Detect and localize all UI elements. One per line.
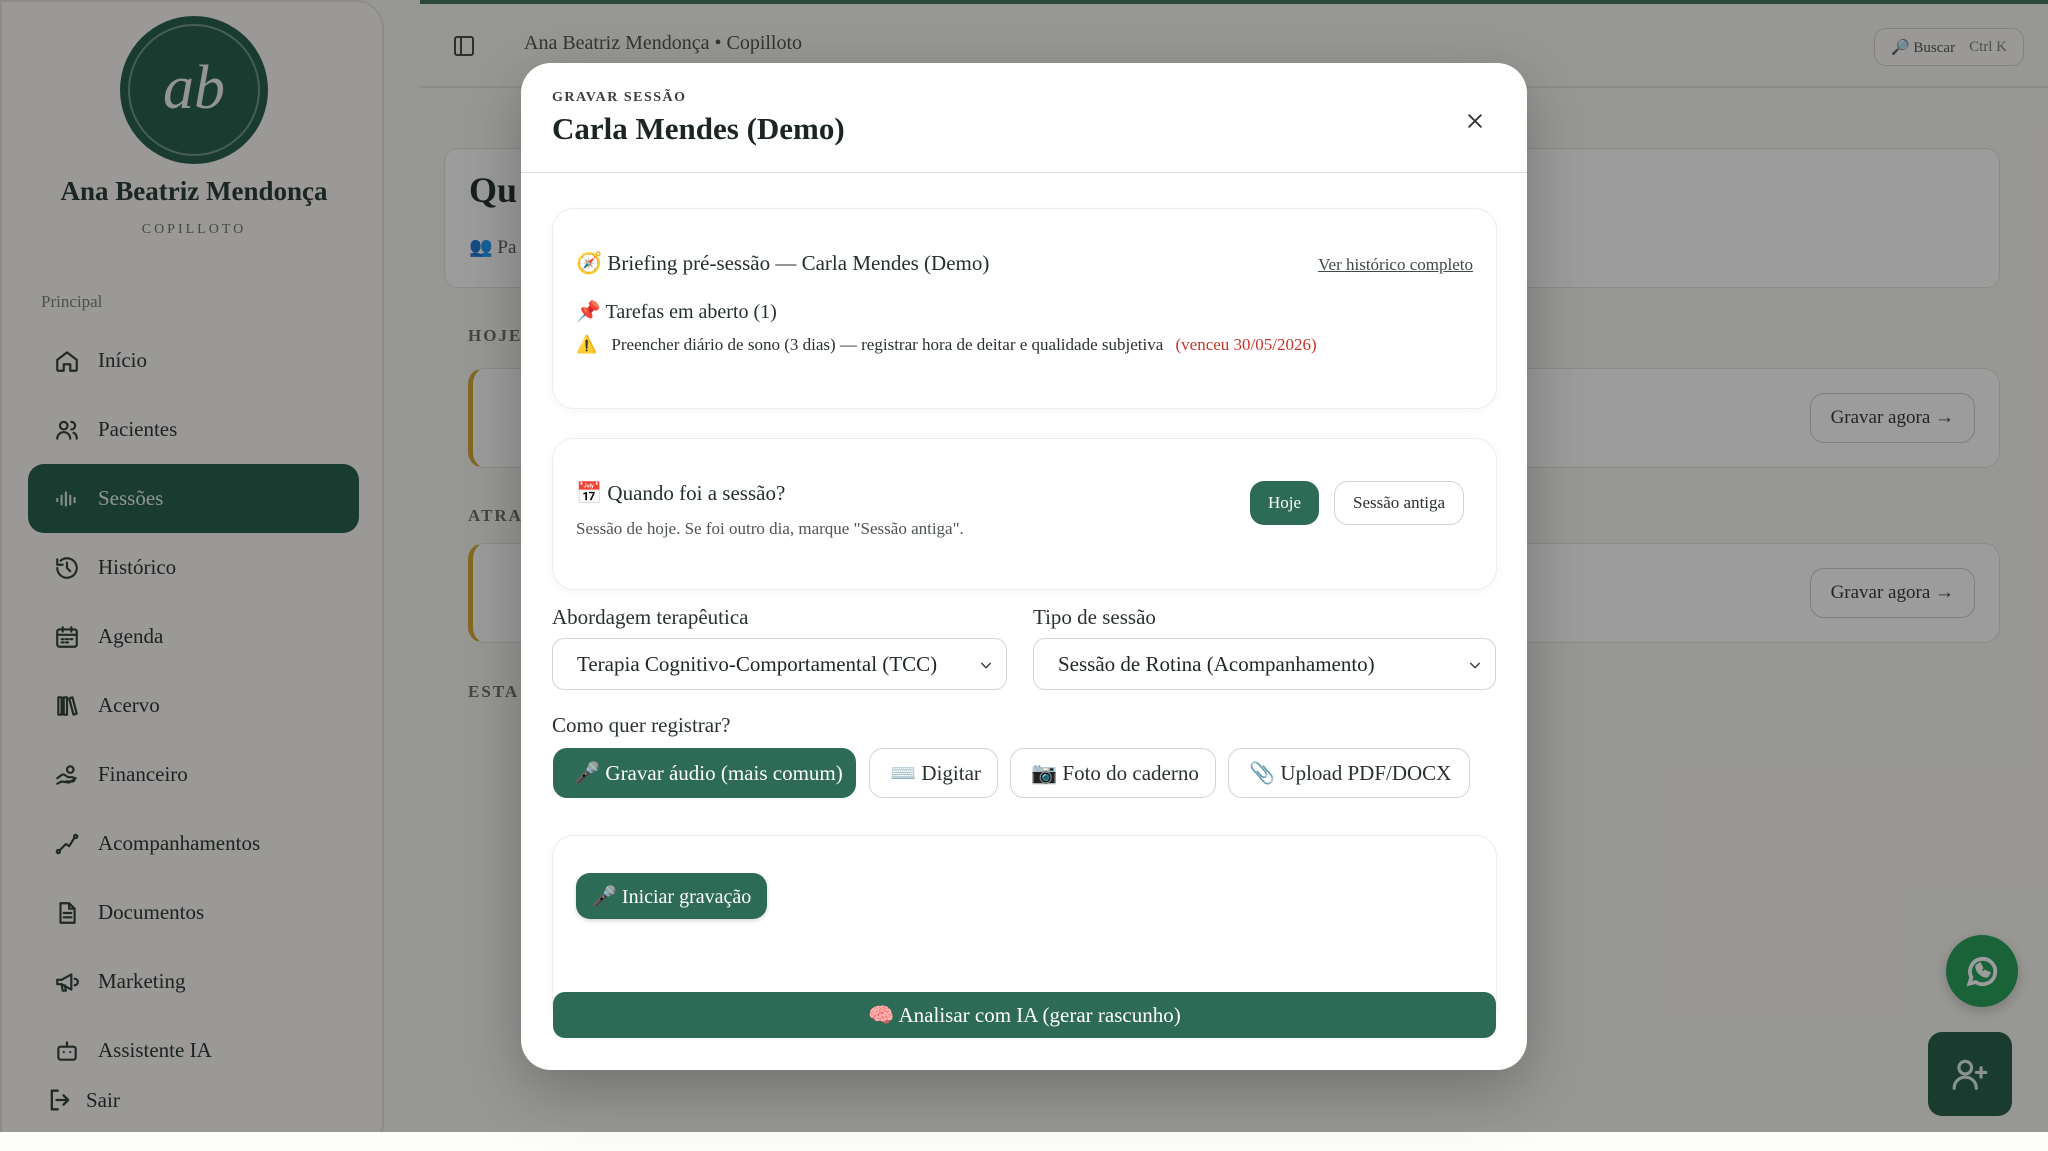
session-date-title: 📅 Quando foi a sessão? — [576, 481, 786, 505]
chevron-down-icon — [1469, 662, 1481, 669]
session-date-panel: 📅 Quando foi a sessão? Sessão de hoje. S… — [552, 438, 1497, 590]
briefing-title: 🧭 Briefing pré-sessão — Carla Mendes (De… — [576, 251, 990, 275]
modal-header: GRAVAR SESSÃO Carla Mendes (Demo) — [521, 63, 1527, 173]
task-due: (venceu 30/05/2026) — [1175, 335, 1317, 354]
approach-select[interactable]: Terapia Cognitivo-Comportamental (TCC) — [552, 638, 1007, 690]
record-session-modal: GRAVAR SESSÃO Carla Mendes (Demo) 🧭 Brie… — [521, 63, 1527, 1070]
session-type-value: Sessão de Rotina (Acompanhamento) — [1058, 651, 1375, 676]
analyze-ai-button[interactable]: 🧠 Analisar com IA (gerar rascunho) — [553, 992, 1496, 1038]
session-type-select[interactable]: Sessão de Rotina (Acompanhamento) — [1033, 638, 1496, 690]
session-type-label: Tipo de sessão — [1033, 605, 1156, 629]
task-item: ⚠️ Preencher diário de sono (3 dias) — r… — [576, 335, 1317, 355]
approach-value: Terapia Cognitivo-Comportamental (TCC) — [577, 651, 938, 676]
modal-eyebrow: GRAVAR SESSÃO — [552, 90, 687, 105]
modal-title: Carla Mendes (Demo) — [552, 111, 845, 146]
mode-upload-button[interactable]: 📎 Upload PDF/DOCX — [1228, 748, 1470, 798]
bottom-strip — [0, 1132, 2048, 1151]
close-button[interactable] — [1457, 103, 1493, 139]
start-recording-button[interactable]: 🎤 Iniciar gravação — [576, 873, 768, 919]
briefing-panel: 🧭 Briefing pré-sessão — Carla Mendes (De… — [552, 208, 1497, 409]
mode-type-button[interactable]: ⌨️ Digitar — [869, 748, 998, 798]
open-tasks-title: 📌 Tarefas em aberto (1) — [576, 301, 777, 323]
chevron-down-icon — [980, 662, 992, 669]
register-mode-label: Como quer registrar? — [552, 713, 731, 737]
mode-audio-button[interactable]: 🎤 Gravar áudio (mais comum) — [553, 748, 856, 798]
close-icon — [1468, 114, 1482, 128]
approach-label: Abordagem terapêutica — [552, 605, 749, 629]
warning-icon: ⚠️ — [576, 335, 598, 354]
history-link[interactable]: Ver histórico completo — [1318, 255, 1473, 275]
today-button[interactable]: Hoje — [1250, 481, 1320, 525]
session-date-hint: Sessão de hoje. Se foi outro dia, marque… — [576, 519, 964, 538]
task-text: Preencher diário de sono (3 dias) — regi… — [611, 335, 1164, 354]
mode-photo-button[interactable]: 📷 Foto do caderno — [1010, 748, 1216, 798]
old-session-button[interactable]: Sessão antiga — [1334, 481, 1465, 525]
